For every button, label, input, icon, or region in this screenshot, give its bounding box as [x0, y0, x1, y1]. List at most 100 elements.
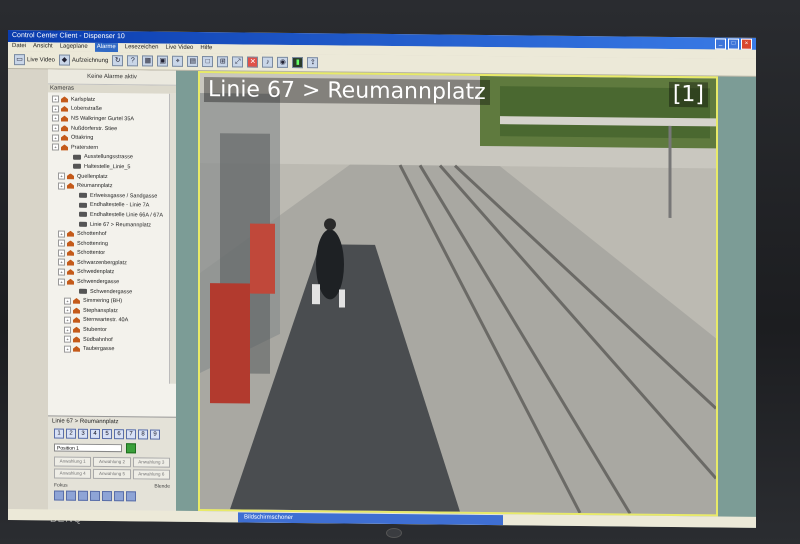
monitor-number-button[interactable]: 9: [150, 429, 160, 440]
go-button[interactable]: [126, 443, 136, 454]
terminal-icon[interactable]: ▮: [292, 56, 304, 69]
tree-item[interactable]: + Taubergasse: [48, 344, 176, 355]
ptz-extra-button[interactable]: [126, 491, 136, 502]
tree-scrollbar[interactable]: [169, 93, 176, 384]
grid-icon[interactable]: ▤: [187, 55, 199, 67]
location-icon: [61, 116, 68, 122]
monitor-icon: ▭: [14, 54, 25, 66]
preset-button[interactable]: Anwahlung 5: [93, 468, 131, 480]
menu-item-hilfe[interactable]: Hilfe: [200, 44, 212, 53]
help-icon[interactable]: ?: [127, 55, 139, 67]
menu-item-live-video[interactable]: Live Video: [165, 44, 193, 53]
menu-item-alarme[interactable]: Alarme: [94, 42, 118, 53]
power-button[interactable]: [386, 528, 402, 538]
export-icon[interactable]: ⇪: [307, 57, 319, 69]
tree-item-label: Haltestelle_Linie_5: [84, 163, 131, 171]
refresh-icon[interactable]: ↻: [112, 55, 124, 67]
map-icon[interactable]: ▦: [142, 55, 154, 67]
iris-auto-button[interactable]: [114, 491, 124, 502]
screen: Control Center Client - Dispenser 10 _ □…: [8, 30, 756, 528]
preset-button[interactable]: Anwahlung 1: [54, 456, 92, 467]
preset-grid: Anwahlung 1 Anwahlung 2 Anwahlung 3 Anwahlu…: [48, 454, 176, 481]
video-feed[interactable]: Linie 67 > Reumannplatz [1]: [198, 70, 718, 517]
camera-icon: [79, 202, 87, 208]
location-icon: [67, 240, 74, 246]
camera-icon: [79, 288, 87, 294]
expand-icon[interactable]: +: [52, 114, 59, 123]
expand-icon[interactable]: +: [64, 326, 71, 334]
monitor-number-button[interactable]: 8: [138, 429, 148, 440]
expand-icon[interactable]: +: [64, 297, 71, 305]
expand-icon[interactable]: +: [58, 239, 65, 247]
preset-button[interactable]: Anwahlung 2: [93, 456, 131, 468]
live-video-button[interactable]: ▭ Live Video: [14, 54, 55, 66]
menu-item-datei[interactable]: Datei: [12, 42, 26, 51]
menu-item-lageplane[interactable]: Lageplane: [60, 43, 88, 52]
expand-icon[interactable]: +: [52, 124, 59, 132]
tree-item-label: Ottakring: [71, 134, 94, 142]
camera-icon: [73, 164, 81, 170]
monitor-number-button[interactable]: 6: [114, 429, 124, 440]
fullscreen-icon[interactable]: ⤢: [232, 56, 244, 68]
tree-item-label: Karlsplatz: [71, 96, 96, 103]
location-icon: [67, 279, 74, 285]
expand-icon[interactable]: +: [52, 134, 59, 142]
ptz-icon[interactable]: ⌖: [172, 55, 184, 67]
single-view-icon[interactable]: □: [202, 56, 214, 68]
stop-icon[interactable]: ✕: [247, 56, 259, 68]
expand-icon[interactable]: +: [64, 335, 71, 343]
maximize-button[interactable]: □: [728, 38, 739, 50]
iris-open-button[interactable]: [90, 490, 100, 501]
video-area: Linie 67 > Reumannplatz [1]: [176, 70, 756, 528]
expand-icon[interactable]: +: [58, 230, 65, 238]
tree-item-label: Südbahnhof: [83, 336, 113, 343]
bell-icon[interactable]: ♪: [262, 56, 274, 68]
location-icon: [73, 308, 80, 314]
location-icon: [61, 135, 68, 141]
focus-label: Fokus: [54, 482, 68, 489]
location-icon: [61, 96, 68, 102]
preset-button[interactable]: Anwahlung 3: [132, 457, 170, 468]
aufzeichnung-button[interactable]: ◆ Aufzeichnung: [58, 54, 108, 67]
expand-icon[interactable]: +: [64, 316, 71, 324]
expand-icon[interactable]: +: [58, 182, 65, 190]
menu-item-lesezeichen[interactable]: Lesezeichen: [125, 43, 159, 52]
focus-near-button[interactable]: [54, 490, 64, 501]
menu-item-ansicht[interactable]: Ansicht: [33, 42, 53, 51]
camera-image: [200, 73, 716, 515]
tree-item-label: Sternwartestr. 40A: [83, 317, 129, 324]
monitor-number-button[interactable]: 5: [102, 428, 112, 440]
expand-icon[interactable]: +: [58, 249, 65, 257]
snapshot-icon[interactable]: ◉: [277, 56, 289, 68]
expand-icon[interactable]: +: [58, 258, 65, 266]
tree-item-label: Ausstellungsstrasse: [84, 154, 133, 161]
minimize-button[interactable]: _: [715, 38, 726, 50]
camera-select-icon[interactable]: ▣: [157, 55, 169, 67]
monitor-number-button[interactable]: 4: [90, 428, 100, 439]
preset-button[interactable]: Anwahlung 6: [132, 469, 170, 480]
iris-close-button[interactable]: [102, 490, 112, 502]
monitor-number-button[interactable]: 2: [66, 428, 76, 439]
preset-select[interactable]: Position 1: [54, 443, 122, 453]
expand-icon[interactable]: +: [52, 105, 59, 113]
camera-icon: [79, 192, 87, 199]
camera-control-panel: Linie 67 > Reumannplatz 123456789 Positi…: [48, 415, 176, 520]
expand-icon[interactable]: +: [64, 345, 71, 353]
focus-far-button[interactable]: [66, 490, 76, 501]
quad-view-icon[interactable]: ⊞: [217, 56, 229, 68]
expand-icon[interactable]: +: [58, 268, 65, 276]
close-button[interactable]: ×: [741, 38, 752, 50]
preset-button[interactable]: Anwahlung 4: [54, 468, 92, 479]
monitor-number-button[interactable]: 3: [78, 428, 88, 439]
expand-icon[interactable]: +: [58, 278, 65, 286]
camera-icon: [79, 212, 87, 218]
focus-auto-button[interactable]: [78, 490, 88, 501]
expand-icon[interactable]: +: [52, 143, 59, 151]
expand-icon[interactable]: +: [52, 95, 59, 103]
expand-icon[interactable]: +: [64, 306, 71, 315]
monitor-number-button[interactable]: 1: [54, 428, 64, 439]
expand-icon[interactable]: +: [58, 172, 65, 180]
location-icon: [61, 144, 68, 150]
monitor-number-button[interactable]: 7: [126, 429, 136, 440]
tree-item-label: Reumannplatz: [77, 182, 113, 190]
